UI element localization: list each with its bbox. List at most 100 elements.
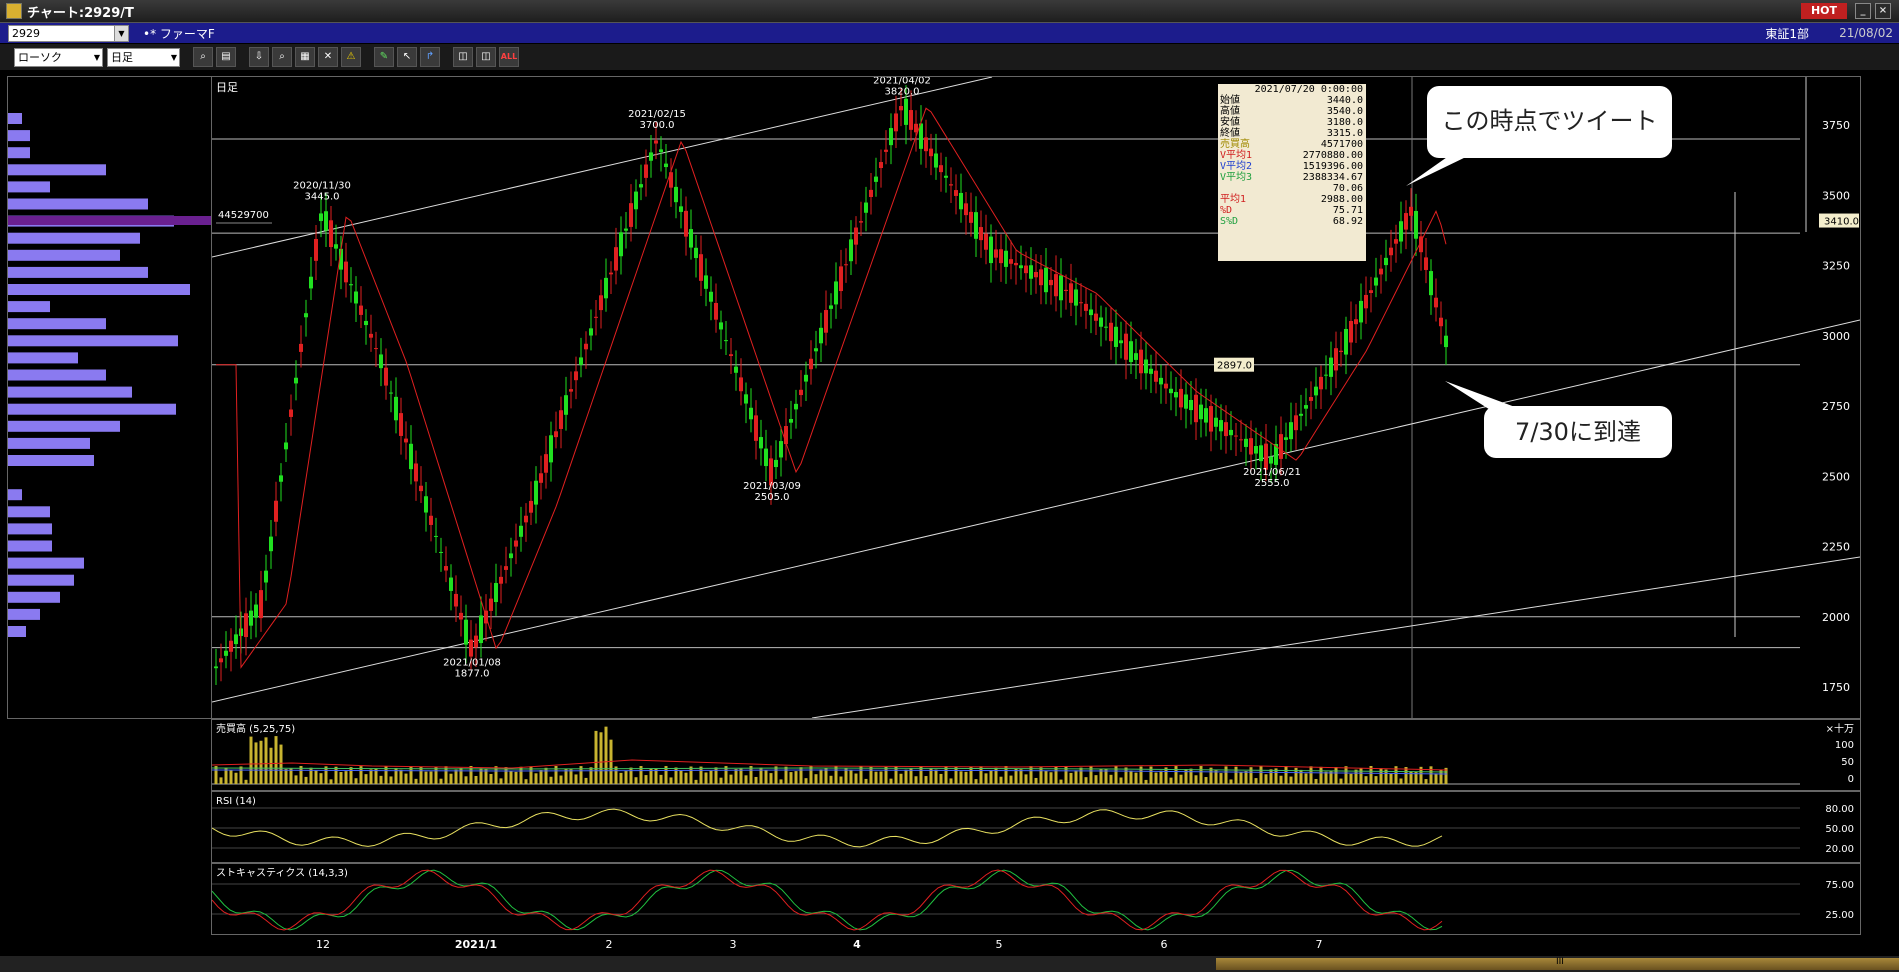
volume-bar [1174, 766, 1178, 784]
volume-bar [864, 778, 868, 784]
cross-icon[interactable]: ✕ [318, 47, 338, 67]
minimize-button[interactable]: _ [1855, 3, 1871, 19]
candle-body [269, 536, 273, 552]
info-label: 平均1 [1220, 194, 1247, 205]
info-bar: 2929 ▼ •* ファーマF 東証1部 21/08/02 [0, 23, 1899, 43]
warning-icon[interactable]: ⚠ [341, 47, 361, 67]
pen-icon[interactable]: ✎ [374, 47, 394, 67]
candle-body [254, 604, 258, 618]
stochastics-fast-line [211, 869, 1443, 931]
candle-body [639, 184, 643, 188]
arrow-icon[interactable]: ↱ [420, 47, 440, 67]
scroll-thumb[interactable]: III [1216, 957, 1899, 970]
volume-bar [1049, 772, 1053, 784]
candle-body [594, 316, 598, 318]
candle-body [734, 366, 738, 373]
period-select[interactable]: 日足 ▼ [107, 47, 180, 67]
close-button[interactable]: × [1875, 3, 1891, 19]
candle-body [349, 284, 353, 286]
candle-body [869, 189, 873, 198]
indicator-b-icon[interactable]: ◫ [476, 47, 496, 67]
download-icon[interactable]: ⇩ [249, 47, 269, 67]
volume-bar [539, 770, 543, 784]
candle-body [839, 266, 843, 292]
volume-profile-bar [8, 386, 132, 398]
candle-body [879, 162, 883, 169]
volume-tick-label: 100 [1835, 740, 1854, 751]
rsi-panel[interactable]: RSI (14) 80.00 50.00 20.00 [211, 791, 1861, 863]
stochastics-panel[interactable]: ストキャスティクス (14,3,3) 75.00 25.00 [211, 863, 1861, 935]
chart-type-select[interactable]: ローソク ▼ [14, 47, 103, 67]
candle-body [759, 437, 763, 449]
candle-body [514, 540, 518, 547]
volume-profile-bar [8, 318, 106, 330]
candle-body [779, 441, 783, 458]
search-icon[interactable]: ⌕ [272, 47, 292, 67]
cursor-icon[interactable]: ↖ [397, 47, 417, 67]
volume-bar [319, 773, 323, 784]
indicator-a-icon[interactable]: ◫ [453, 47, 473, 67]
volume-bar [834, 766, 838, 784]
info-value: 4571700 [1320, 139, 1363, 150]
candle-body [1244, 438, 1248, 447]
annotation-price: 2505.0 [755, 492, 790, 503]
volume-bar [1324, 771, 1328, 784]
candle-body [699, 254, 703, 281]
chevron-down-icon[interactable]: ▼ [114, 25, 128, 41]
volume-bar [1434, 773, 1438, 784]
candle-body [1374, 277, 1378, 286]
stock-code-combobox[interactable]: 2929 ▼ [8, 24, 129, 42]
zoom-icon[interactable]: ⌕ [193, 47, 213, 67]
volume-bar [779, 779, 783, 784]
volume-bar [484, 769, 488, 784]
volume-bar [914, 776, 918, 784]
volume-profile-bar [8, 301, 50, 313]
volume-bar [869, 766, 873, 784]
date-label: 21/08/02 [1839, 26, 1893, 40]
x-tick-label: 2 [606, 938, 613, 951]
candle-body [599, 295, 603, 311]
candle-body [1154, 370, 1158, 382]
volume-bar [239, 766, 243, 784]
volume-panel[interactable]: 売買高 (5,25,75) ×十万 100 50 0 [211, 719, 1861, 791]
info-row: 安値 3180.0 [1218, 117, 1366, 128]
volume-bar [734, 769, 738, 784]
app-icon [6, 3, 22, 19]
volume-profile-bar [8, 489, 22, 501]
volume-bar [229, 770, 233, 784]
volume-profile-bar [8, 506, 50, 518]
volume-bar [884, 766, 888, 784]
volume-profile-bar [8, 403, 176, 415]
bottom-scrollbar[interactable]: III [0, 956, 1899, 972]
candle-body [1444, 335, 1448, 348]
info-label: %D [1220, 205, 1233, 216]
hot-badge[interactable]: HOT [1800, 3, 1847, 19]
candle-body [369, 333, 373, 338]
window-icon[interactable]: ▤ [216, 47, 236, 67]
candle-body [1109, 322, 1113, 342]
volume-profile-bar [8, 557, 84, 569]
annotation-date: 2021/06/21 [1243, 467, 1301, 478]
volume-bar [604, 726, 608, 784]
volume-bar [749, 766, 753, 784]
info-value: 1519396.00 [1302, 161, 1363, 172]
candle-body [414, 463, 418, 482]
all-icon[interactable]: ALL [499, 47, 519, 67]
candle-body [1384, 257, 1388, 266]
volume-tick-label: 50 [1841, 757, 1854, 768]
volume-bar [1024, 774, 1028, 784]
volume-bar [689, 766, 693, 784]
volume-bar [1424, 779, 1428, 784]
candle-body [1299, 413, 1303, 416]
candle-body [574, 371, 578, 381]
volume-profile-bar [8, 455, 94, 466]
main-chart-panel[interactable]: 3750 3500 3250 3000 2750 2500 2250 2000 1750 日足 34… [211, 75, 1861, 719]
volume-bar [634, 777, 638, 784]
volume-bar [249, 736, 253, 784]
candle-body [704, 275, 708, 289]
grid-icon[interactable]: ▦ [295, 47, 315, 67]
candle-body [679, 206, 683, 212]
candle-body [764, 448, 768, 467]
y-tick-label: 3250 [1822, 260, 1850, 273]
volume-profile-value: 44529700 [218, 210, 269, 221]
